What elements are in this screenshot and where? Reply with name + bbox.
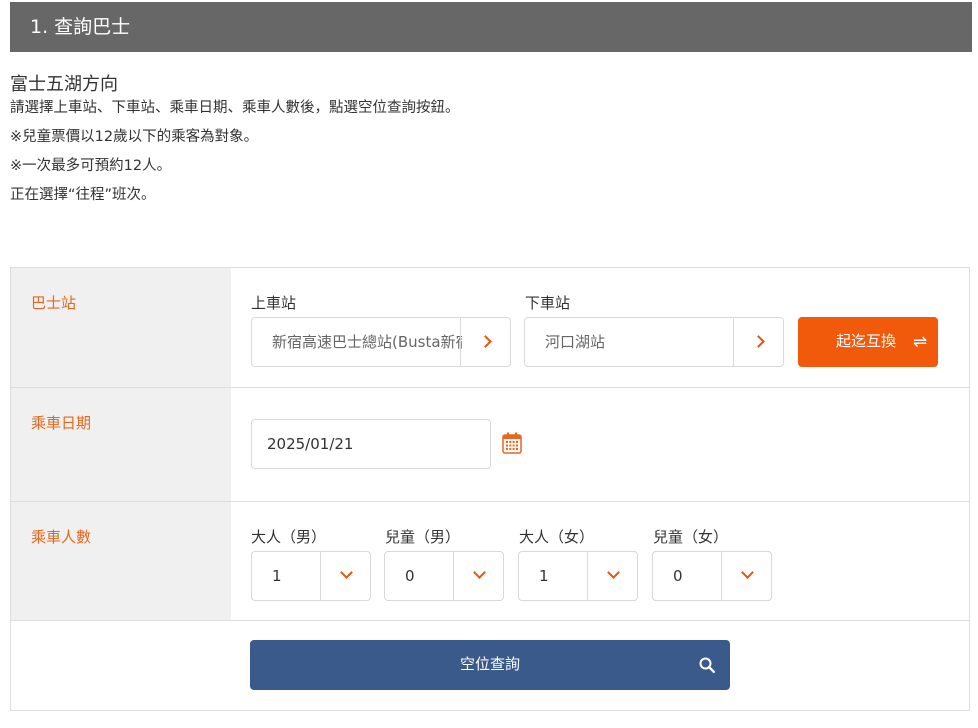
date-row-label: 乘車日期 (11, 388, 231, 501)
adult-female-select[interactable]: 1 (518, 551, 638, 601)
child-male-dropdown-button[interactable] (453, 552, 503, 600)
child-female-select[interactable]: 0 (652, 551, 772, 601)
alighting-station-label: 下車站 (525, 294, 571, 312)
submit-row: 空位查詢 (11, 621, 969, 710)
direction-title: 富士五湖方向 (10, 74, 118, 95)
boarding-station-label: 上車站 (251, 294, 297, 312)
chevron-down-icon (473, 566, 486, 579)
boarding-station-value: 新宿高速巴士總站(Busta新宿) (272, 333, 462, 351)
adult-male-select[interactable]: 1 (251, 551, 371, 601)
adult-male-dropdown-button[interactable] (320, 552, 370, 600)
seat-search-button[interactable]: 空位查詢 (250, 640, 730, 690)
adult-male-label: 大人（男） (251, 528, 327, 546)
child-female-value: 0 (673, 567, 683, 585)
adult-female-value: 1 (539, 567, 549, 585)
instruction-text: 請選擇上車站、下車站、乘車日期、乘車人數後，點選空位查詢按鈕。 (10, 100, 460, 116)
child-female-dropdown-button[interactable] (721, 552, 771, 600)
child-male-select[interactable]: 0 (384, 551, 504, 601)
chevron-right-icon (479, 335, 492, 348)
adult-female-label: 大人（女） (519, 528, 595, 546)
chevron-down-icon (741, 566, 754, 579)
alighting-station-value: 河口湖站 (545, 333, 606, 351)
search-icon (699, 657, 715, 673)
section-title: 1. 查詢巴士 (30, 16, 131, 38)
calendar-icon[interactable] (502, 432, 522, 454)
alighting-station-open-button[interactable] (733, 318, 783, 366)
boarding-station-open-button[interactable] (460, 318, 510, 366)
swap-arrows-icon: ⇌ (913, 332, 928, 351)
chevron-down-icon (340, 566, 353, 579)
date-row: 乘車日期 2025/01/21 (11, 388, 969, 502)
chevron-down-icon (607, 566, 620, 579)
child-fare-note: ※兒童票價以12歲以下的乘客為對象。 (10, 129, 259, 145)
search-form: 巴士站 上車站 新宿高速巴士總站(Busta新宿) 下車站 河口湖站 起迄互換 … (10, 267, 970, 711)
child-male-value: 0 (405, 567, 415, 585)
swap-stations-button[interactable]: 起迄互換 ⇌ (798, 317, 938, 367)
adult-male-value: 1 (272, 567, 282, 585)
child-male-label: 兒童（男） (385, 528, 461, 546)
seat-search-label: 空位查詢 (459, 656, 520, 673)
station-row: 巴士站 上車站 新宿高速巴士總站(Busta新宿) 下車站 河口湖站 起迄互換 … (11, 268, 969, 388)
passengers-row: 乘車人數 大人（男） 1 兒童（男） 0 大人（女） 1 兒童（女） 0 (11, 502, 969, 621)
child-female-label: 兒童（女） (653, 528, 729, 546)
trip-direction-note: 正在選擇“往程”班次。 (10, 187, 156, 203)
alighting-station-select[interactable]: 河口湖站 (524, 317, 784, 367)
passengers-row-label: 乘車人數 (11, 502, 231, 620)
chevron-right-icon (752, 335, 765, 348)
section-header: 1. 查詢巴士 (10, 2, 972, 52)
boarding-station-select[interactable]: 新宿高速巴士總站(Busta新宿) (251, 317, 511, 367)
station-row-label: 巴士站 (11, 268, 231, 387)
adult-female-dropdown-button[interactable] (587, 552, 637, 600)
swap-stations-label: 起迄互換 (836, 333, 897, 350)
max-booking-note: ※一次最多可預約12人。 (10, 158, 172, 174)
date-input[interactable]: 2025/01/21 (251, 419, 491, 469)
